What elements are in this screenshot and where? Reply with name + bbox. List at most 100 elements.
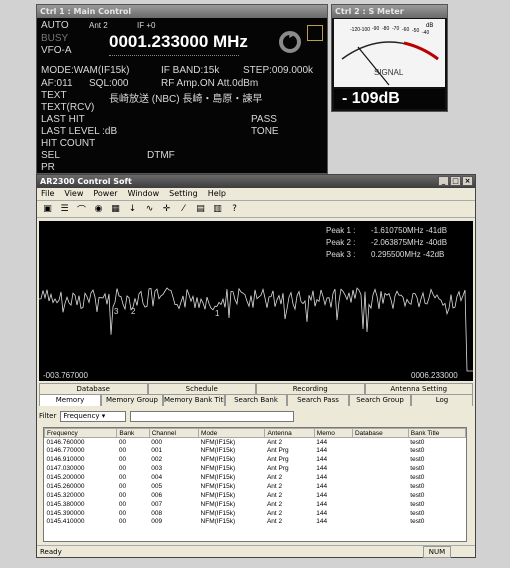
table-row[interactable]: 0145.390000 00 008 NFM(IF15k) Ant 2 144 test0: [45, 509, 466, 518]
tab-memory[interactable]: Memory: [39, 394, 101, 406]
table-cell: NFM(IF15k): [200, 518, 236, 526]
num-lock-indicator: NUM: [423, 546, 451, 558]
filter-select[interactable]: Frequency ▾: [60, 410, 127, 422]
menu-setting[interactable]: Setting: [169, 188, 198, 200]
table-cell: NFM(IF15k): [200, 456, 236, 464]
table-cell: 002: [151, 456, 163, 464]
svg-text:2: 2: [131, 307, 136, 316]
column-header[interactable]: Channel: [148, 428, 200, 438]
table-cell: NFM(IF15k): [200, 438, 236, 446]
table-cell: 144: [316, 491, 328, 499]
tone-label: TONE: [251, 126, 279, 137]
meter-scale-3: -80: [382, 26, 389, 32]
meter-unit: dB: [426, 23, 433, 29]
table-cell: 144: [316, 482, 328, 490]
column-header[interactable]: Memo: [313, 428, 353, 438]
step-icon[interactable]: ✛: [160, 203, 173, 216]
table-cell: 144: [316, 465, 328, 473]
pass-label: PASS: [251, 114, 277, 125]
tab-antenna-setting[interactable]: Antenna Setting: [364, 383, 473, 394]
meter-scale-2: -90: [372, 26, 379, 32]
wave-icon[interactable]: ∿: [143, 203, 156, 216]
table-row[interactable]: 0145.260000 00 005 NFM(IF15k) Ant 2 144 test0: [45, 482, 466, 491]
tab-search-bank[interactable]: Search Bank: [225, 394, 287, 406]
table-row[interactable]: 0146.770000 00 001 NFM(IF15k) Ant Prg 144 test…: [45, 446, 466, 455]
tab-search-group[interactable]: Search Group: [349, 394, 411, 406]
table-row[interactable]: 0146.910000 00 002 NFM(IF15k) Ant Prg 144 test…: [45, 455, 466, 464]
table-row[interactable]: 0145.380000 00 007 NFM(IF15k) Ant 2 144 test0: [45, 500, 466, 509]
dtmf-label: DTMF: [147, 150, 175, 161]
table-cell: 00: [118, 447, 127, 455]
table-cell: 00: [118, 482, 127, 490]
tab-recording[interactable]: Recording: [256, 383, 365, 394]
column-header[interactable]: Frequency: [44, 428, 118, 438]
menu-window[interactable]: Window: [128, 188, 160, 200]
table-row[interactable]: 0147.030000 00 003 NFM(IF15k) Ant Prg 144 test…: [45, 464, 466, 473]
rf-line: RF Amp.ON Att.0dBm: [161, 78, 259, 89]
column-header[interactable]: Database: [351, 428, 409, 438]
close-button[interactable]: ×: [462, 176, 473, 186]
table-cell: test0: [410, 491, 425, 499]
menu-bar: File View Power Window Setting Help: [37, 188, 475, 200]
tab-database[interactable]: Database: [39, 383, 148, 394]
tab-log[interactable]: Log: [411, 394, 473, 406]
table-cell: NFM(IF15k): [200, 465, 236, 473]
save-icon[interactable]: ▣: [41, 203, 54, 216]
table-row[interactable]: 0145.200000 00 004 NFM(IF15k) Ant 2 144 test0: [45, 473, 466, 482]
filter-select-value: Frequency: [63, 411, 100, 420]
minimize-button[interactable]: _: [438, 176, 449, 186]
table-cell: test0: [410, 465, 425, 473]
menu-file[interactable]: File: [41, 188, 54, 200]
spectrum-display[interactable]: 3 2 1 Peak 1 : -1.610750MHz -41dB Peak 2…: [38, 221, 473, 381]
table-cell: 003: [151, 465, 163, 473]
table-cell: 0145.200000: [46, 474, 85, 481]
help-icon[interactable]: ?: [228, 203, 241, 216]
frequency-display[interactable]: 0001.233000 MHz: [109, 32, 248, 52]
filter-label: Filter: [39, 412, 57, 420]
tune-icon[interactable]: ↓: [126, 203, 139, 216]
antenna-icon[interactable]: ⌒: [75, 203, 88, 216]
tab-schedule[interactable]: Schedule: [147, 383, 256, 394]
column-header[interactable]: Bank: [116, 428, 150, 438]
table-cell: 144: [316, 447, 328, 455]
last-hit-label: LAST HIT: [41, 114, 85, 125]
menu-view[interactable]: View: [64, 188, 83, 200]
refresh-icon[interactable]: [277, 29, 303, 60]
table-cell: 006: [151, 491, 163, 499]
table-cell: Ant 2: [266, 518, 283, 526]
table-row[interactable]: 0146.760000 00 000 NFM(IF15k) Ant 2 144 test0: [45, 438, 466, 447]
filter-input[interactable]: [130, 410, 295, 422]
column-header[interactable]: Antenna: [264, 428, 315, 438]
grid-icon[interactable]: ▥: [211, 203, 224, 216]
table-cell: 005: [151, 482, 163, 490]
menu-help[interactable]: Help: [208, 188, 226, 200]
table-cell: Ant Prg: [266, 447, 289, 455]
column-header[interactable]: Bank Title: [407, 428, 466, 438]
table-cell: test0: [410, 438, 425, 446]
speaker-icon[interactable]: ◉: [92, 203, 105, 216]
table-cell: [352, 491, 408, 500]
antenna-label: Ant 2: [89, 21, 108, 30]
table-cell: test0: [410, 500, 425, 508]
hit-count-label: HIT COUNT: [41, 138, 96, 149]
table-cell: NFM(IF15k): [200, 509, 236, 517]
menu-power[interactable]: Power: [93, 188, 117, 200]
memory-icon[interactable]: ▤: [194, 203, 207, 216]
app-title: AR2300 Control Soft: [40, 177, 132, 186]
table-row[interactable]: 0145.410000 00 009 NFM(IF15k) Ant 2 144 test0: [45, 518, 466, 527]
zoom-icon[interactable]: ⁄: [177, 203, 190, 216]
tab-memory-group[interactable]: Memory Group: [101, 394, 163, 406]
tab-memory-bank-title[interactable]: Memory Bank Title: [163, 394, 225, 406]
table-row[interactable]: 0145.320000 00 006 NFM(IF15k) Ant 2 144 test0: [45, 491, 466, 500]
table-cell: 0145.260000: [46, 482, 85, 490]
scan-icon[interactable]: ▦: [109, 203, 122, 216]
table-cell: Ant 2: [266, 438, 283, 446]
list-icon[interactable]: ☰: [58, 203, 71, 216]
maximize-button[interactable]: □: [450, 176, 461, 186]
table-cell: test0: [410, 509, 425, 517]
if-shift-label: IF +0: [137, 21, 156, 30]
tab-search-pass[interactable]: Search Pass: [287, 394, 349, 406]
column-header[interactable]: Mode: [198, 428, 266, 438]
status-bar: Ready NUM: [37, 545, 475, 558]
step-line: STEP:009.000k: [243, 65, 314, 76]
